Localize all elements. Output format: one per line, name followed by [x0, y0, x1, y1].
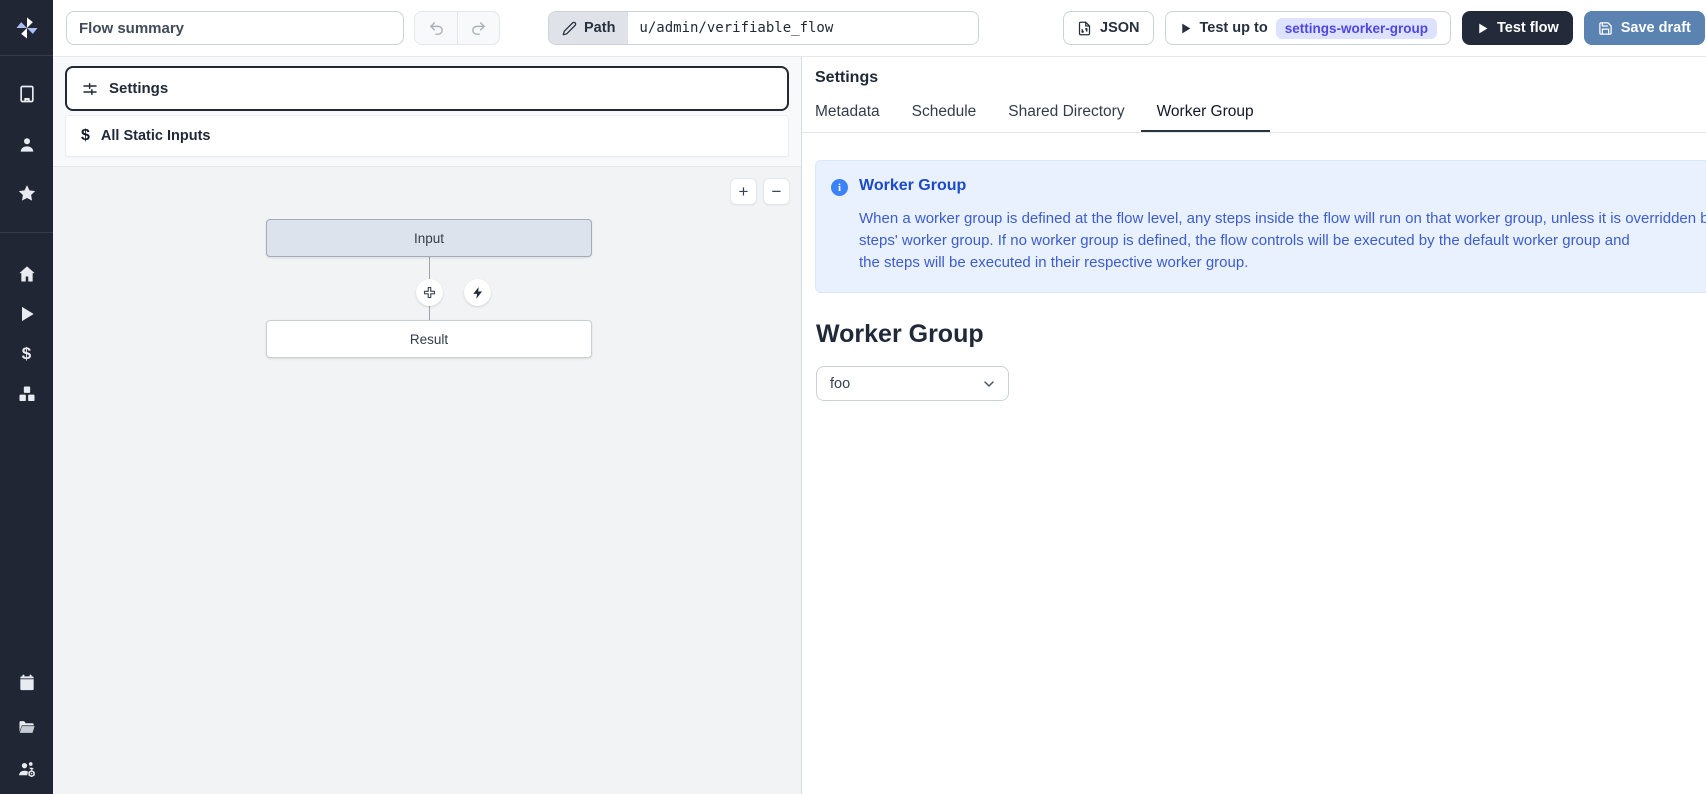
calendar-icon: [17, 673, 37, 693]
plus-cross-icon: [422, 285, 437, 300]
play-small-icon: [1179, 22, 1192, 35]
flow-editor-app: $: [0, 0, 1706, 794]
all-static-inputs-label: All Static Inputs: [101, 128, 211, 144]
sidebar-item-workspace[interactable]: [0, 74, 53, 114]
sidebar-divider: [0, 232, 53, 233]
trigger-step-button[interactable]: [464, 279, 491, 306]
sidebar-item-resources[interactable]: [0, 374, 53, 414]
tab-shared-directory[interactable]: Shared Directory: [992, 96, 1140, 132]
worker-group-select-value: foo: [830, 376, 850, 392]
flow-path-input[interactable]: [628, 12, 978, 44]
undo-redo-group: [414, 11, 500, 45]
flow-settings-button[interactable]: Settings: [65, 66, 789, 111]
user-icon: [17, 135, 37, 155]
redo-button[interactable]: [457, 12, 499, 44]
worker-group-info-box: i Worker Group When a worker group is de…: [815, 160, 1706, 293]
json-button[interactable]: JSON: [1063, 11, 1154, 45]
json-button-label: JSON: [1100, 20, 1140, 36]
dollar-icon: $: [81, 127, 90, 145]
flow-panel-header: Settings $ All Static Inputs: [53, 57, 801, 167]
sidebar-item-user[interactable]: [0, 125, 53, 165]
pencil-icon: [562, 21, 577, 36]
flow-summary-input[interactable]: [66, 11, 404, 45]
test-up-to-label: Test up to: [1200, 20, 1268, 36]
path-label: Path: [584, 20, 615, 36]
tab-metadata[interactable]: Metadata: [802, 96, 896, 132]
info-line-3: the steps will be executed in their resp…: [859, 252, 1706, 274]
info-icon: i: [831, 179, 848, 196]
flow-path-group: Path: [548, 11, 979, 45]
info-box-content: Worker Group When a worker group is defi…: [859, 177, 1706, 274]
flow-settings-label: Settings: [109, 80, 168, 97]
sidebar-item-schedules[interactable]: [0, 663, 53, 703]
info-line-2: steps' worker group. If no worker group …: [859, 230, 1706, 252]
info-line-1: When a worker group is defined at the fl…: [859, 208, 1706, 230]
zoom-out-button[interactable]: −: [763, 178, 790, 205]
sidebar-main-group: $: [0, 254, 53, 414]
tab-worker-group[interactable]: Worker Group: [1141, 96, 1270, 132]
tab-schedule[interactable]: Schedule: [896, 96, 993, 132]
flow-editor-topbar: Path JSON Test up to settings-worker-gro…: [53, 0, 1706, 57]
input-node[interactable]: Input: [266, 219, 592, 257]
chevron-down-icon: [981, 376, 997, 392]
undo-icon: [428, 20, 445, 37]
sidebar-item-variables[interactable]: $: [0, 334, 53, 374]
info-box-text: When a worker group is defined at the fl…: [859, 208, 1706, 274]
test-flow-label: Test flow: [1497, 20, 1559, 36]
sidebar-item-folders[interactable]: [0, 707, 53, 747]
test-up-to-button[interactable]: Test up to settings-worker-group: [1165, 11, 1451, 45]
save-draft-label: Save draft: [1621, 20, 1691, 36]
sidebar-item-groups[interactable]: [0, 749, 53, 789]
redo-icon: [470, 20, 487, 37]
canvas-zoom-controls: + −: [730, 178, 790, 205]
sidebar-item-runs[interactable]: [0, 294, 53, 334]
zoom-in-button[interactable]: +: [730, 178, 757, 205]
sidebar-top-group: [0, 74, 53, 213]
flow-canvas[interactable]: + − Input Result: [53, 167, 801, 794]
settings-tabs: Metadata Schedule Shared Directory Worke…: [802, 96, 1706, 133]
sidebar-item-favorites[interactable]: [0, 173, 53, 213]
home-icon: [17, 264, 37, 284]
worker-group-section-title: Worker Group: [816, 320, 1706, 349]
sliders-icon: [81, 80, 99, 98]
save-draft-button[interactable]: Save draft: [1584, 11, 1705, 45]
info-box-title: Worker Group: [859, 177, 1706, 195]
flow-graph-panel: Settings $ All Static Inputs + − Input: [53, 57, 802, 794]
test-flow-button[interactable]: Test flow: [1462, 11, 1573, 45]
folder-icon: [17, 717, 37, 737]
zap-icon: [471, 286, 485, 300]
star-icon: [17, 183, 37, 203]
settings-panel-title: Settings: [815, 69, 1706, 87]
boxes-icon: [17, 384, 37, 404]
topbar-actions: JSON Test up to settings-worker-group Te…: [1063, 11, 1705, 45]
add-step-button[interactable]: [416, 279, 443, 306]
all-static-inputs-button[interactable]: $ All Static Inputs: [65, 115, 789, 157]
undo-button[interactable]: [415, 12, 457, 44]
save-icon: [1598, 21, 1613, 36]
sidebar-item-home[interactable]: [0, 254, 53, 294]
play-white-icon: [1476, 22, 1489, 35]
edit-path-button[interactable]: Path: [549, 12, 628, 44]
dollar-icon: $: [22, 344, 31, 364]
windmill-logo-icon: [13, 14, 41, 42]
settings-panel: Settings Metadata Schedule Shared Direct…: [802, 57, 1706, 794]
worker-group-select[interactable]: foo: [816, 366, 1009, 401]
app-sidebar: $: [0, 0, 53, 794]
sidebar-bottom-group: [0, 663, 53, 789]
test-up-to-step-badge[interactable]: settings-worker-group: [1276, 18, 1437, 39]
windmill-logo[interactable]: [0, 0, 53, 56]
play-icon: [17, 304, 37, 324]
result-node[interactable]: Result: [266, 320, 592, 358]
file-json-icon: [1077, 21, 1092, 36]
building-icon: [17, 84, 37, 104]
users-cog-icon: [17, 759, 37, 779]
